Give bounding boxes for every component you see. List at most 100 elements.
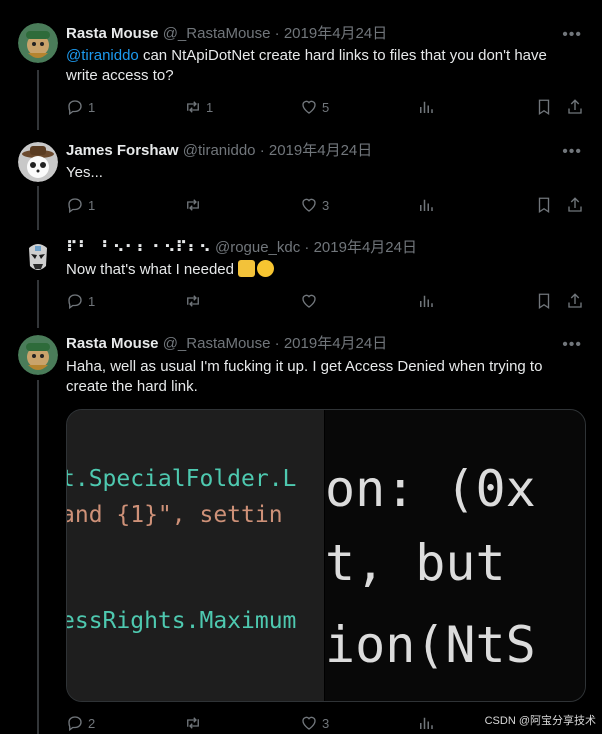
avatar-image <box>18 142 58 182</box>
share-icon <box>568 99 582 114</box>
post-date[interactable]: 2019年4月24日 <box>314 239 417 256</box>
reply-button[interactable]: 1 <box>66 196 95 214</box>
code-line: t, but <box>325 534 506 592</box>
post-date[interactable]: 2019年4月24日 <box>284 335 387 352</box>
more-options-icon[interactable]: ••• <box>562 336 582 354</box>
user-handle[interactable]: @_RastaMouse <box>163 335 271 352</box>
mention-link[interactable]: @tiraniddo <box>66 47 139 64</box>
tweet-text-content: Now that's what I needed <box>66 261 239 278</box>
like-count: 3 <box>322 197 330 213</box>
reply-count: 1 <box>88 99 96 115</box>
retweet-button[interactable]: 1 <box>184 98 213 116</box>
code-line: ion(NtS <box>325 616 536 674</box>
retweet-count: 1 <box>206 99 214 115</box>
views-button[interactable] <box>417 196 435 214</box>
bookmark-button[interactable] <box>535 292 553 310</box>
user-handle[interactable]: @tiraniddo <box>183 142 256 159</box>
heart-icon <box>302 198 316 212</box>
grin-icon <box>257 260 275 277</box>
views-icon <box>420 199 433 211</box>
retweet-icon <box>187 101 199 113</box>
code-line: and {1}", settin <box>66 502 283 528</box>
user-handle[interactable]: @_RastaMouse <box>163 25 271 42</box>
code-screenshot-right: on: (0x t, but ion(NtS <box>325 410 585 701</box>
like-button[interactable]: 5 <box>300 98 329 116</box>
views-button[interactable] <box>417 292 435 310</box>
bookmark-button[interactable] <box>535 98 553 116</box>
code-line: essRights.Maximum <box>66 608 297 634</box>
display-name[interactable]: Rasta Mouse <box>66 335 159 352</box>
share-button[interactable] <box>566 196 584 214</box>
like-button[interactable]: 3 <box>300 714 329 732</box>
heart-icon <box>302 716 316 730</box>
reply-count: 1 <box>88 197 96 213</box>
share-button[interactable] <box>566 292 584 310</box>
bookmark-icon <box>538 99 550 116</box>
retweet-icon <box>187 199 199 211</box>
tweet-header: Rasta Mouse @_RastaMouse · 2019年4月24日 <box>66 24 387 44</box>
tweet-text: Now that's what I needed <box>66 260 576 280</box>
retweet-icon <box>187 295 199 307</box>
avatar-image <box>18 23 58 63</box>
retweet-button[interactable] <box>184 714 202 732</box>
like-count: 5 <box>322 99 330 115</box>
heart-icon <box>302 100 316 114</box>
reply-icon <box>68 198 82 214</box>
avatar[interactable] <box>18 142 58 182</box>
separator-dot: · <box>304 239 310 256</box>
reply-icon <box>68 716 82 732</box>
tweet-text: Haha, well as usual I'm fucking it up. I… <box>66 358 543 395</box>
action-bar: 1 1 5 <box>66 98 586 118</box>
separator-dot: · <box>274 25 280 42</box>
thread-line <box>37 380 39 734</box>
thread-line <box>37 280 39 328</box>
separator-dot: · <box>259 142 265 159</box>
bookmark-icon <box>538 197 550 214</box>
heart-icon <box>302 294 316 308</box>
attached-image[interactable]: t.SpecialFolder.L and {1}", settin essRi… <box>66 409 586 702</box>
code-line: t.SpecialFolder.L <box>66 466 297 492</box>
tweet-text: Yes... <box>66 164 103 181</box>
post-date[interactable]: 2019年4月24日 <box>284 25 387 42</box>
retweet-icon <box>187 717 199 729</box>
bookmark-icon <box>538 293 550 310</box>
display-name[interactable]: James Forshaw <box>66 142 179 159</box>
like-button[interactable]: 3 <box>300 196 329 214</box>
avatar-image <box>18 335 58 375</box>
avatar-image <box>18 238 58 278</box>
display-name[interactable]: ⠏⠃⠀⠃⠢⠂⠆ ⠂⠢⠏⠆⠢ <box>66 239 211 256</box>
retweet-button[interactable] <box>184 292 202 310</box>
share-button[interactable] <box>566 98 584 116</box>
reply-button[interactable]: 1 <box>66 292 95 310</box>
bookmark-button[interactable] <box>535 196 553 214</box>
avatar[interactable] <box>18 238 58 278</box>
action-bar: 1 <box>66 292 586 312</box>
more-options-icon[interactable]: ••• <box>562 26 582 44</box>
user-handle[interactable]: @rogue_kdc <box>215 239 300 256</box>
tweet-text: @tiraniddo can NtApiDotNet create hard l… <box>66 46 576 86</box>
post-date[interactable]: 2019年4月24日 <box>269 142 372 159</box>
reply-button[interactable]: 2 <box>66 714 95 732</box>
avatar[interactable] <box>18 335 58 375</box>
reply-icon <box>68 294 82 310</box>
more-options-icon[interactable]: ••• <box>562 143 582 161</box>
views-icon <box>420 101 433 113</box>
views-icon <box>420 295 433 307</box>
like-button[interactable] <box>300 292 318 310</box>
views-button[interactable] <box>417 98 435 116</box>
tweet-header: Rasta Mouse @_RastaMouse · 2019年4月24日 <box>66 334 387 354</box>
reply-count: 2 <box>88 715 96 731</box>
reply-button[interactable]: 1 <box>66 98 95 116</box>
tweet-text-content: can NtApiDotNet create hard links to fil… <box>66 47 547 84</box>
separator-dot: · <box>274 335 280 352</box>
tweet-header: James Forshaw @tiraniddo · 2019年4月24日 <box>66 141 372 161</box>
share-icon <box>568 293 582 308</box>
views-icon <box>420 717 433 729</box>
display-name[interactable]: Rasta Mouse <box>66 25 159 42</box>
retweet-button[interactable] <box>184 196 202 214</box>
avatar[interactable] <box>18 23 58 63</box>
like-count: 3 <box>322 715 330 731</box>
reply-count: 1 <box>88 293 96 309</box>
tweet[interactable]: Rasta Mouse @_RastaMouse · 2019年4月24日 ••… <box>0 0 602 130</box>
views-button[interactable] <box>417 714 435 732</box>
